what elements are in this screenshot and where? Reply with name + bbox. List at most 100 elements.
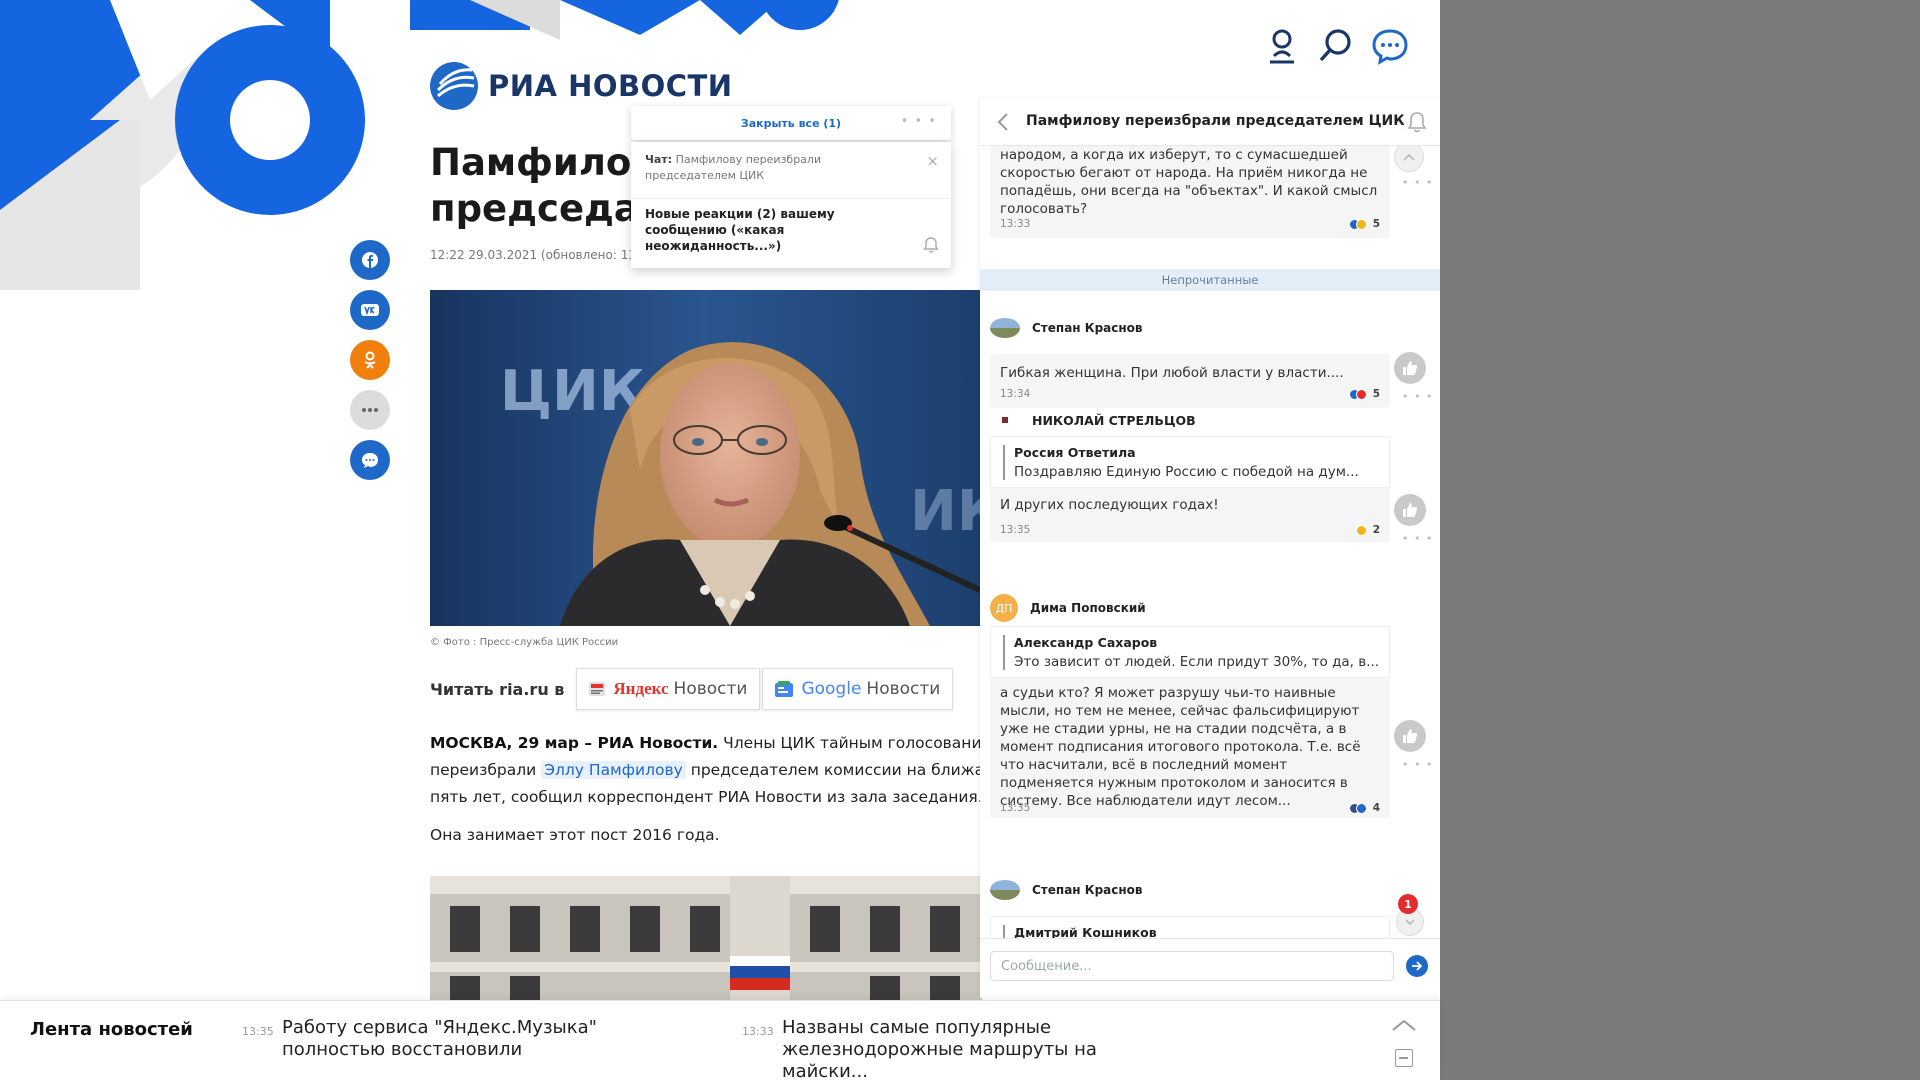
message-reactions[interactable]: 2 xyxy=(1355,524,1380,536)
message-reactions[interactable]: 4 xyxy=(1348,802,1380,814)
notifications-popup: Чат: Памфилову переизбрали председателем… xyxy=(631,142,951,268)
notification-divider xyxy=(631,198,951,199)
message-author[interactable]: Степан Краснов xyxy=(990,880,1143,900)
yandex-suffix: Новости xyxy=(673,679,748,699)
message-options-icon[interactable]: • • • xyxy=(1402,758,1433,771)
thumbs-up-icon xyxy=(1403,729,1418,743)
message-text: а судьи кто? Я может разрушу чьи-то наив… xyxy=(1000,685,1361,809)
message-options-icon[interactable]: • • • xyxy=(1402,390,1433,403)
feed-item-time: 13:35 xyxy=(242,1025,274,1038)
message-author[interactable]: НИКОЛАЙ СТРЕЛЬЦОВ xyxy=(990,410,1196,430)
ria-logo-icon xyxy=(430,62,478,110)
quoted-message[interactable]: Александр Сахаров Это зависит от людей. … xyxy=(990,626,1390,678)
chevron-up-icon[interactable] xyxy=(1390,1017,1418,1033)
thumbs-up-icon xyxy=(1403,503,1418,517)
chat-message: народом, а когда их изберут, то с сумасш… xyxy=(990,138,1390,238)
chat-bell-icon[interactable] xyxy=(1406,110,1428,134)
reaction-count: 2 xyxy=(1372,524,1380,536)
search-icon[interactable] xyxy=(1316,26,1356,66)
article-paragraph: Она занимает этот пост 2016 года. xyxy=(430,826,720,844)
logo-text: РИА НОВОСТИ xyxy=(488,69,733,103)
vk-icon[interactable] xyxy=(350,290,390,330)
quote-author: Россия Ответила xyxy=(1014,445,1136,460)
read-in-label: Читать ria.ru в xyxy=(430,679,565,699)
message-text: Гибкая женщина. При любой власти у власт… xyxy=(1000,365,1344,381)
yandex-news-button[interactable]: Яндекс Новости xyxy=(576,668,761,710)
feed-item-time: 13:33 xyxy=(742,1025,774,1038)
odnoklassniki-icon[interactable] xyxy=(350,340,390,380)
line2-post: председателем комиссии на ближайш xyxy=(685,761,982,779)
building-photo[interactable] xyxy=(430,876,982,1000)
message-author[interactable]: Степан Краснов xyxy=(990,318,1143,338)
like-button[interactable] xyxy=(1394,720,1426,752)
chat-header: Памфилову переизбрали председателем ЦИК xyxy=(980,98,1440,146)
minimize-icon[interactable] xyxy=(1395,1049,1413,1067)
pamfilova-link[interactable]: Эллу Памфилову xyxy=(541,761,686,779)
notification-reactions[interactable]: Новые реакции (2) вашему сообщению («как… xyxy=(645,206,865,254)
send-arrow-icon xyxy=(1412,961,1423,971)
send-button[interactable] xyxy=(1406,955,1428,977)
notifications-more-icon[interactable]: • • • xyxy=(901,114,937,129)
comments-icon[interactable] xyxy=(350,440,390,480)
reaction-count: 5 xyxy=(1372,218,1380,230)
back-arrow-icon[interactable] xyxy=(996,112,1010,132)
message-input[interactable] xyxy=(990,951,1394,981)
message-time: 13:35 xyxy=(1000,802,1031,814)
message-options-icon[interactable]: • • • xyxy=(1402,176,1433,189)
google-news-icon xyxy=(775,681,794,697)
news-feed-title[interactable]: Лента новостей xyxy=(30,1019,193,1040)
bell-icon[interactable] xyxy=(923,236,939,254)
quote-author: Александр Сахаров xyxy=(1014,635,1158,650)
photo-caption: © Фото : Пресс-служба ЦИК России xyxy=(430,637,619,648)
yandex-brand: Яндекс xyxy=(613,679,669,698)
unread-badge[interactable]: 1 xyxy=(1398,894,1418,914)
lead-text: Члены ЦИК тайным голосованием xyxy=(718,734,982,752)
feed-item-text[interactable]: Названы самые популярные железнодорожные… xyxy=(782,1017,1182,1080)
scroll-up-button[interactable] xyxy=(1394,142,1424,172)
avatar xyxy=(990,410,1020,430)
notification-chat-text: Памфилову переизбрали председателем ЦИК xyxy=(645,153,822,182)
chat-panel: Памфилову переизбрали председателем ЦИК … xyxy=(980,98,1440,998)
reaction-count: 4 xyxy=(1372,802,1380,814)
news-feed-bar: Лента новостей 13:35 Работу сервиса "Янд… xyxy=(0,1000,1440,1080)
google-news-button[interactable]: Google Новости xyxy=(762,668,954,710)
read-in-bar: Читать ria.ru в Яндекс Новости Google Но… xyxy=(430,668,954,710)
feed-item-text[interactable]: Работу сервиса "Яндекс.Музыка" полностью… xyxy=(282,1017,682,1061)
facebook-icon[interactable] xyxy=(350,240,390,280)
chat-icon[interactable] xyxy=(1370,26,1410,66)
message-author[interactable]: ДП Дима Поповский xyxy=(990,594,1146,622)
avatar xyxy=(990,318,1020,338)
more-icon[interactable] xyxy=(350,390,390,430)
like-button[interactable] xyxy=(1394,352,1426,384)
svg-text:ИК: ИК xyxy=(910,479,980,544)
author-name: Дима Поповский xyxy=(1030,601,1146,615)
article-photo[interactable]: ЦИК ИК xyxy=(430,290,980,626)
quote-text: Поздравляю Единую Россию с победой на ду… xyxy=(1014,464,1359,480)
notification-chat-label: Чат: xyxy=(645,153,673,166)
unread-divider: Непрочитанные xyxy=(980,269,1440,291)
message-reactions[interactable]: 5 xyxy=(1348,218,1380,230)
message-time: 13:34 xyxy=(1000,388,1031,400)
avatar-initials: ДП xyxy=(995,601,1013,615)
chat-message: И других последующих годах! 13:35 2 xyxy=(990,488,1390,542)
like-button[interactable] xyxy=(1394,494,1426,526)
notifications-header: Закрыть все (1) • • • xyxy=(631,106,951,140)
reaction-count: 5 xyxy=(1372,388,1380,400)
message-time: 13:33 xyxy=(1000,218,1031,230)
quoted-message[interactable]: Россия Ответила Поздравляю Единую Россию… xyxy=(990,436,1390,488)
chat-message: Гибкая женщина. При любой власти у власт… xyxy=(990,354,1390,408)
message-reactions[interactable]: 5 xyxy=(1348,388,1380,400)
message-time: 13:35 xyxy=(1000,524,1031,536)
photo-sign: ЦИК xyxy=(500,359,645,424)
close-icon[interactable]: × xyxy=(926,152,939,170)
yandex-news-icon xyxy=(589,682,606,696)
user-icon[interactable] xyxy=(1262,26,1302,66)
lead-dateline: МОСКВА, 29 мар – РИА Новости. xyxy=(430,734,719,752)
quote-text: Это зависит от людей. Если придут 30%, т… xyxy=(1014,654,1380,670)
google-suffix: Новости xyxy=(866,679,941,699)
thumbs-up-icon xyxy=(1403,361,1418,375)
close-all-button[interactable]: Закрыть все (1) xyxy=(741,117,841,130)
chat-messages: народом, а когда их изберут, то с сумасш… xyxy=(980,138,1440,956)
notification-chat-item[interactable]: Чат: Памфилову переизбрали председателем… xyxy=(645,152,895,184)
message-options-icon[interactable]: • • • xyxy=(1402,532,1433,545)
